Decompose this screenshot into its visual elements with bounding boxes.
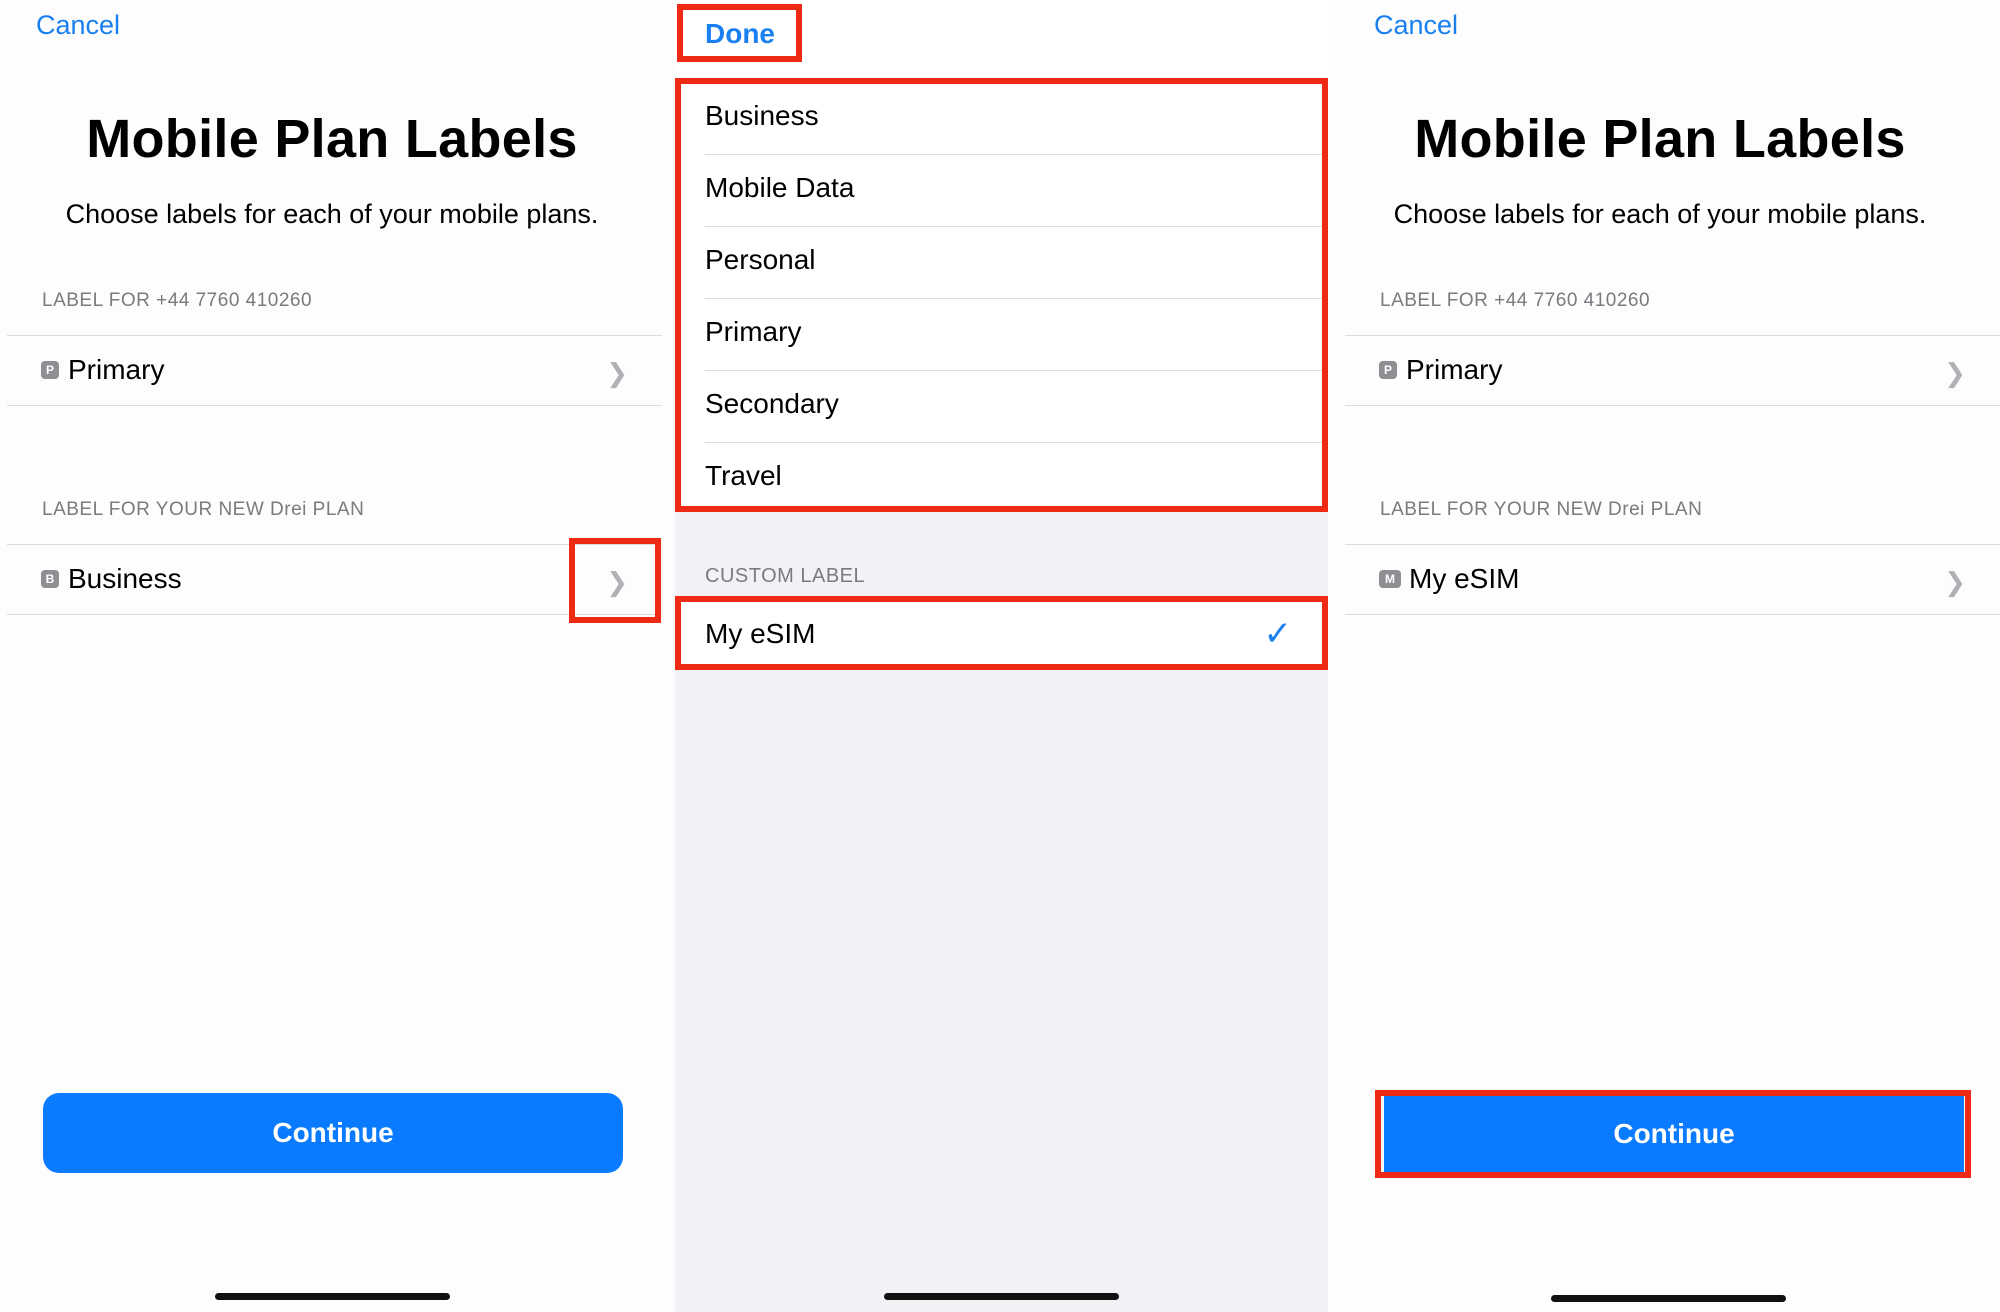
home-indicator bbox=[215, 1293, 450, 1300]
plan-badge-icon: P bbox=[1379, 361, 1397, 379]
plan-row-primary[interactable]: P Primary ❯ bbox=[1345, 335, 2000, 406]
plan-badge-icon: M bbox=[1379, 570, 1401, 588]
section-label-new-plan: LABEL FOR YOUR NEW Drei PLAN bbox=[1380, 499, 1703, 520]
page-title: Mobile Plan Labels bbox=[1414, 109, 1906, 169]
plan-badge-icon: B bbox=[41, 570, 59, 588]
plan-row-new[interactable]: M My eSIM ❯ bbox=[1345, 544, 2000, 615]
section-label-primary-number: LABEL FOR +44 7760 410260 bbox=[1380, 290, 1651, 311]
screen-step-2: Done Business Mobile Data Personal Prima… bbox=[675, 0, 1328, 1312]
highlight-box bbox=[1375, 1090, 1971, 1178]
page-subtitle: Choose labels for each of your mobile pl… bbox=[1393, 199, 1927, 229]
page-subtitle: Choose labels for each of your mobile pl… bbox=[65, 199, 599, 229]
chevron-right-icon: ❯ bbox=[1944, 358, 1966, 388]
highlight-box bbox=[569, 538, 661, 623]
highlight-box bbox=[677, 4, 802, 62]
cancel-button[interactable]: Cancel bbox=[36, 10, 120, 41]
plan-row-label: Business bbox=[68, 563, 182, 594]
home-indicator bbox=[884, 1293, 1119, 1300]
home-indicator bbox=[1551, 1295, 1786, 1302]
chevron-right-icon: ❯ bbox=[606, 358, 628, 388]
custom-label-header: CUSTOM LABEL bbox=[705, 565, 866, 587]
plan-badge-icon: P bbox=[41, 361, 59, 379]
screen-step-1: Cancel Mobile Plan Labels Choose labels … bbox=[0, 0, 675, 1312]
highlight-box bbox=[675, 596, 1328, 670]
section-label-new-plan: LABEL FOR YOUR NEW Drei PLAN bbox=[42, 499, 365, 520]
section-label-primary-number: LABEL FOR +44 7760 410260 bbox=[42, 290, 313, 311]
screen-step-3: Cancel Mobile Plan Labels Choose labels … bbox=[1328, 0, 2000, 1312]
continue-button[interactable]: Continue bbox=[43, 1093, 623, 1173]
plan-row-label: My eSIM bbox=[1409, 563, 1520, 594]
plan-row-primary[interactable]: P Primary ❯ bbox=[7, 335, 662, 406]
plan-row-label: Primary bbox=[68, 354, 165, 385]
highlight-box bbox=[675, 78, 1328, 512]
plan-row-new[interactable]: B Business ❯ bbox=[7, 544, 662, 615]
cancel-button[interactable]: Cancel bbox=[1374, 10, 1458, 41]
plan-row-label: Primary bbox=[1406, 354, 1503, 385]
page-title: Mobile Plan Labels bbox=[86, 109, 578, 169]
chevron-right-icon[interactable]: ❯ bbox=[1944, 567, 1966, 598]
